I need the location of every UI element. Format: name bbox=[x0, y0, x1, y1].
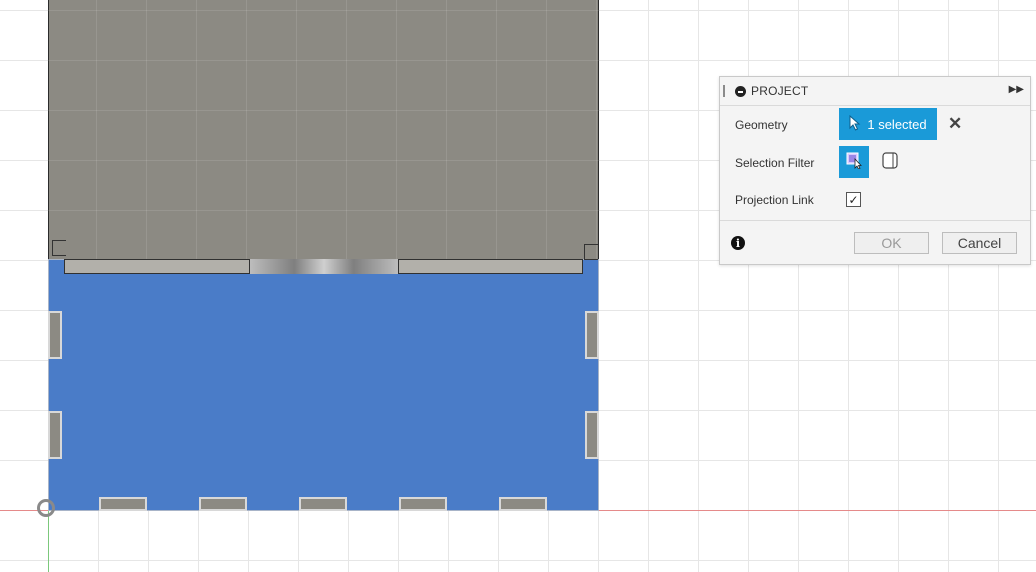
bottom-tab-1[interactable] bbox=[99, 497, 147, 511]
corner-notch-left bbox=[52, 240, 66, 256]
bottom-tab-2[interactable] bbox=[199, 497, 247, 511]
double-chevron-right-icon[interactable]: ▶▶ bbox=[1009, 84, 1024, 95]
bottom-tab-5[interactable] bbox=[499, 497, 547, 511]
info-icon[interactable]: i bbox=[731, 236, 745, 250]
origin-icon[interactable] bbox=[37, 499, 55, 517]
panel-title: PROJECT bbox=[751, 84, 809, 98]
checkmark-icon: ✓ bbox=[848, 192, 859, 207]
projection-link-checkbox[interactable]: ✓ bbox=[846, 192, 861, 207]
right-tab-1[interactable] bbox=[585, 311, 599, 359]
close-x-icon[interactable]: ✕ bbox=[948, 115, 962, 132]
bottom-tab-3[interactable] bbox=[299, 497, 347, 511]
body-cylinder-icon bbox=[880, 150, 900, 175]
selected-face[interactable] bbox=[48, 259, 599, 511]
corner-notch-right bbox=[584, 244, 598, 260]
bottom-tab-4[interactable] bbox=[399, 497, 447, 511]
geometry-label: Geometry bbox=[735, 118, 788, 132]
projection-link-label: Projection Link bbox=[735, 193, 814, 207]
face-select-filter-button[interactable] bbox=[839, 146, 869, 178]
right-tab-2[interactable] bbox=[585, 411, 599, 459]
cursor-arrow-icon bbox=[849, 114, 861, 134]
minus-circle-icon[interactable] bbox=[735, 86, 746, 97]
drag-grip-icon[interactable] bbox=[723, 85, 725, 97]
panel-footer-divider bbox=[720, 220, 1030, 221]
face-select-icon bbox=[845, 151, 863, 174]
sketch-body-arch[interactable] bbox=[48, 0, 599, 260]
ok-button[interactable]: OK bbox=[854, 232, 929, 254]
left-tab-2[interactable] bbox=[48, 411, 62, 459]
geometry-value: 1 selected bbox=[867, 116, 927, 132]
panel-header[interactable]: PROJECT ▶▶ bbox=[720, 77, 1030, 106]
selection-filter-label: Selection Filter bbox=[735, 156, 815, 170]
cancel-button[interactable]: Cancel bbox=[942, 232, 1017, 254]
rail-highlight-segment[interactable] bbox=[249, 259, 399, 274]
left-tab-1[interactable] bbox=[48, 311, 62, 359]
body-filter-button[interactable] bbox=[879, 150, 901, 175]
geometry-select-button[interactable]: 1 selected bbox=[839, 108, 937, 140]
